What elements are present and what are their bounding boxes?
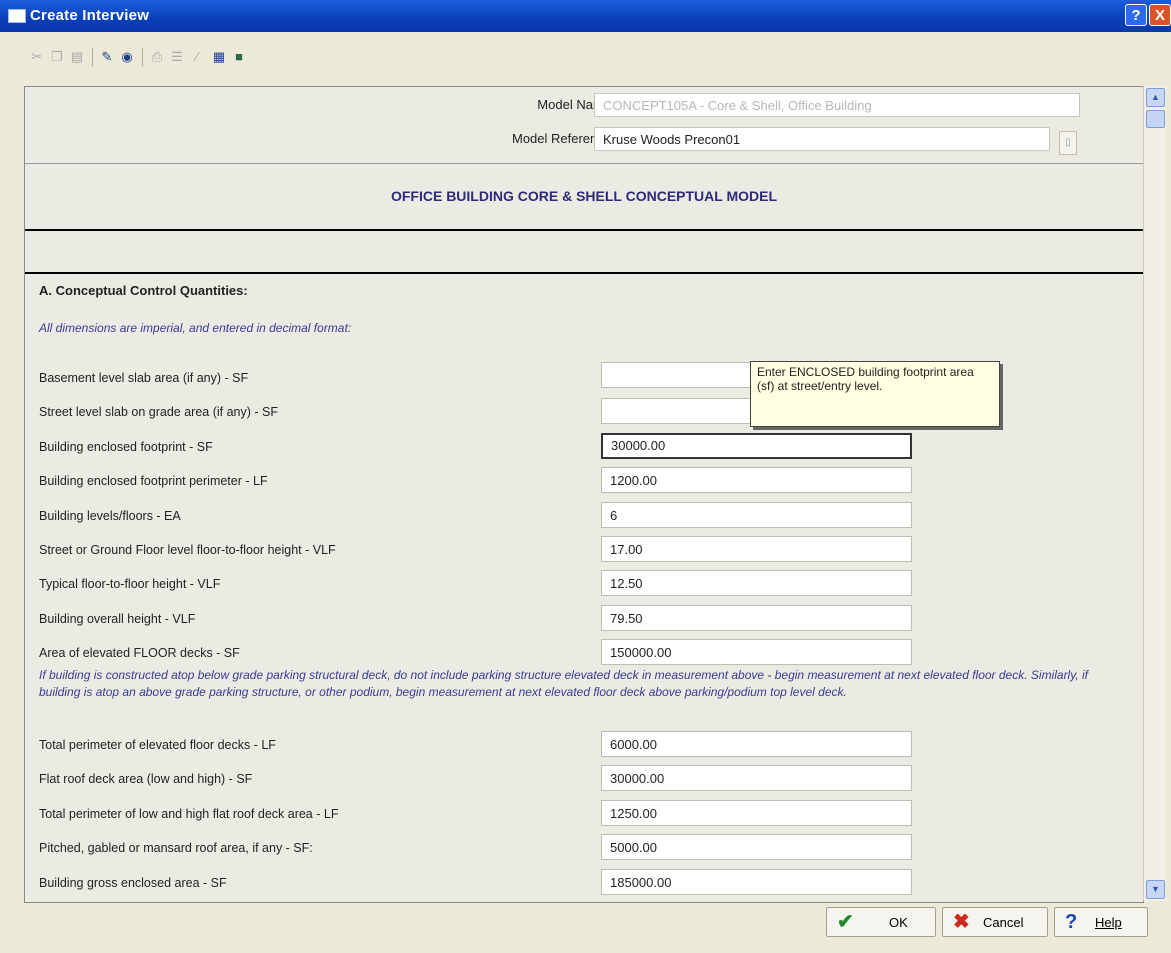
row-label: Typical floor-to-floor height - VLF	[39, 577, 221, 591]
row-label: Flat roof deck area (low and high) - SF	[39, 772, 253, 786]
checkmark-icon: ✔	[837, 911, 854, 933]
row-label: Street level slab on grade area (if any)…	[39, 405, 279, 419]
vertical-scrollbar[interactable]: ▲ ▼	[1143, 86, 1166, 901]
scroll-down-icon[interactable]: ▼	[1146, 880, 1165, 899]
title-bar: Create Interview ? X	[0, 0, 1171, 32]
basement-slab-input[interactable]	[601, 362, 751, 388]
paste-icon[interactable]: ▤	[70, 50, 84, 64]
title-help-button[interactable]: ?	[1125, 4, 1147, 26]
help-icon: ?	[1065, 911, 1078, 933]
divider	[25, 163, 1143, 164]
pen-icon[interactable]: ⁄	[190, 50, 204, 64]
window-title: Create Interview	[30, 7, 150, 24]
edit-icon[interactable]: ✎	[100, 50, 114, 64]
gross-area-input[interactable]: 185000.00	[601, 869, 912, 895]
ok-label: OK	[889, 915, 908, 930]
model-reference-lookup-button[interactable]: ▯	[1059, 131, 1077, 155]
typical-floor-height-input[interactable]: 12.50	[601, 570, 912, 596]
help-button[interactable]: ? Help	[1054, 907, 1148, 937]
row-label: Pitched, gabled or mansard roof area, if…	[39, 841, 313, 855]
row-label: Street or Ground Floor level floor-to-fl…	[39, 543, 336, 557]
cancel-label: Cancel	[983, 915, 1024, 930]
row-label: Basement level slab area (if any) - SF	[39, 371, 249, 385]
row-label: Area of elevated FLOOR decks - SF	[39, 646, 240, 660]
footprint-input[interactable]: 30000.00	[601, 433, 912, 459]
section-title: A. Conceptual Control Quantities:	[39, 283, 248, 298]
help-label: Help	[1095, 915, 1122, 930]
divider	[25, 229, 1143, 231]
row-label: Building enclosed footprint perimeter - …	[39, 474, 268, 488]
divider	[25, 272, 1143, 274]
row-label: Building enclosed footprint - SF	[39, 440, 213, 454]
cut-icon[interactable]: ✂	[30, 50, 44, 64]
view-icon[interactable]: ◉	[120, 50, 134, 64]
ground-floor-height-input[interactable]: 17.00	[601, 536, 912, 562]
row-label: Total perimeter of elevated floor decks …	[39, 738, 276, 752]
ok-button[interactable]: ✔ OK	[826, 907, 936, 937]
model-name-field: CONCEPT105A - Core & Shell, Office Build…	[594, 93, 1080, 117]
save-icon[interactable]: ■	[232, 50, 246, 64]
footprint-perimeter-input[interactable]: 1200.00	[601, 467, 912, 493]
row-label: Building levels/floors - EA	[39, 509, 181, 523]
title-close-button[interactable]: X	[1149, 4, 1171, 26]
elevated-floor-area-input[interactable]: 150000.00	[601, 639, 912, 665]
elevated-floor-perimeter-input[interactable]: 6000.00	[601, 731, 912, 757]
pitched-roof-area-input[interactable]: 5000.00	[601, 834, 912, 860]
page-title: OFFICE BUILDING CORE & SHELL CONCEPTUAL …	[390, 188, 778, 204]
overall-height-input[interactable]: 79.50	[601, 605, 912, 631]
flat-roof-area-input[interactable]: 30000.00	[601, 765, 912, 791]
form-panel: Model Name CONCEPT105A - Core & Shell, O…	[24, 86, 1144, 903]
street-slab-input[interactable]	[601, 398, 751, 424]
levels-input[interactable]: 6	[601, 502, 912, 528]
toolbar-separator	[92, 48, 93, 66]
print-icon[interactable]: ⎙	[150, 50, 164, 64]
row-label: Building gross enclosed area - SF	[39, 876, 227, 890]
app-icon	[8, 9, 26, 23]
format-icon[interactable]: ☰	[170, 50, 184, 64]
cancel-button[interactable]: ✖ Cancel	[942, 907, 1048, 937]
measurement-note: If building is constructed atop below gr…	[39, 668, 1089, 699]
toolbar: ✂ ❐ ▤ ✎ ◉ ⎙ ☰ ⁄ ▦ ■	[0, 32, 1171, 84]
toolbar-separator	[142, 48, 143, 66]
row-label: Building overall height - VLF	[39, 612, 196, 626]
tree-icon[interactable]: ▦	[212, 50, 226, 64]
flat-roof-perimeter-input[interactable]: 1250.00	[601, 800, 912, 826]
model-reference-field[interactable]: Kruse Woods Precon01	[594, 127, 1050, 151]
row-label: Total perimeter of low and high flat roo…	[39, 807, 339, 821]
copy-icon[interactable]: ❐	[50, 50, 64, 64]
close-icon: ✖	[953, 911, 970, 933]
scroll-thumb[interactable]	[1146, 110, 1165, 128]
section-note: All dimensions are imperial, and entered…	[39, 321, 352, 335]
footprint-tooltip: Enter ENCLOSED building footprint area (…	[750, 361, 1000, 427]
scroll-up-icon[interactable]: ▲	[1146, 88, 1165, 107]
